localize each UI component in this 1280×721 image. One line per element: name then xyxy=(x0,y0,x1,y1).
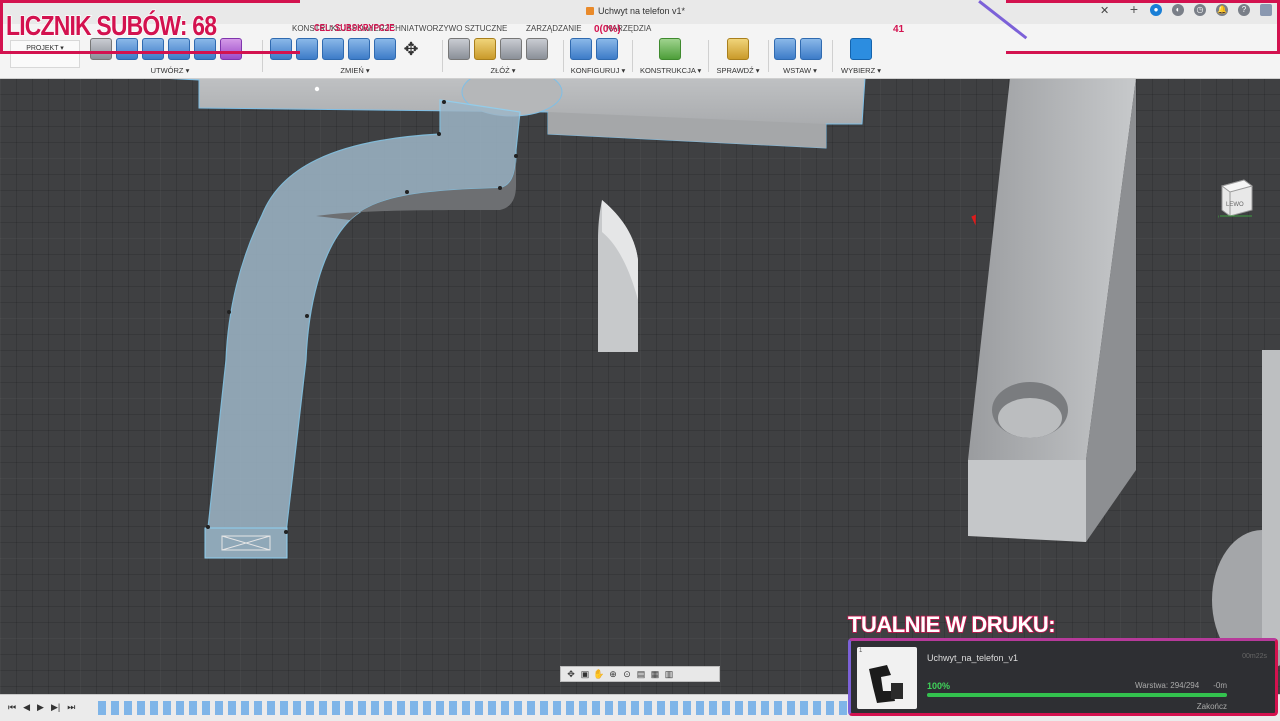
select-group[interactable]: WYBIERZ ▾ xyxy=(836,38,886,76)
inspect-group[interactable]: SPRAWDŹ ▾ xyxy=(712,38,764,76)
inspect-group-label: SPRAWDŹ ▾ xyxy=(716,66,760,75)
assemble-group-label: ZŁÓŻ ▾ xyxy=(490,66,516,75)
print-job-index: 1 xyxy=(859,648,863,654)
toolbar-separator xyxy=(768,40,769,72)
print-progress-fill xyxy=(927,693,1227,697)
3d-viewport[interactable]: LEWO y xyxy=(0,78,1280,694)
grid-settings-icon[interactable]: ▦ xyxy=(649,669,661,679)
toolbar-separator xyxy=(442,40,443,72)
svg-text:y: y xyxy=(1218,215,1219,220)
print-job-card: 1 Uchwyt_na_telefon_v1 00m22s 100% Warst… xyxy=(848,638,1278,716)
insert-group-label: WSTAW ▾ xyxy=(783,66,817,75)
navigation-bar: ✥ ▣ ✋ ⊕ ⊙ ▤ ▦ ▥ xyxy=(560,666,720,682)
zoom-icon[interactable]: ⊕ xyxy=(607,669,619,679)
configure-group-label: KONFIGURUJ ▾ xyxy=(570,66,626,75)
insert-group-icons xyxy=(774,38,826,60)
timeline-controls: ⏮ ◀ ▶ ▶| ⏭ xyxy=(8,702,75,713)
as-built-joint-icon[interactable] xyxy=(500,38,522,60)
document-icon xyxy=(586,7,594,15)
timeline-play-icon[interactable]: ▶ xyxy=(37,702,44,713)
look-at-icon[interactable]: ▣ xyxy=(579,669,591,679)
assemble-group-icons xyxy=(448,38,558,60)
select-group-icons xyxy=(836,38,886,60)
measure-icon[interactable] xyxy=(727,38,749,60)
print-job-time: 00m22s xyxy=(1242,653,1267,660)
configure-group-icons xyxy=(570,38,626,60)
construct-group-icons xyxy=(640,38,700,60)
toolbar-separator xyxy=(832,40,833,72)
timeline-end-icon[interactable]: ⏭ xyxy=(67,702,75,713)
arm-body[interactable] xyxy=(204,86,521,559)
blade-piece[interactable] xyxy=(598,200,638,352)
print-thumbnail: 1 xyxy=(857,647,917,709)
orbit-icon[interactable]: ✥ xyxy=(565,669,577,679)
offset-plane-icon[interactable] xyxy=(659,38,681,60)
viewcube-face-label: LEWO xyxy=(1226,202,1244,208)
pan-icon[interactable]: ✋ xyxy=(593,669,605,679)
configure-icon[interactable] xyxy=(570,38,592,60)
vertical-column-body[interactable] xyxy=(968,78,1136,542)
stream-overlay-right-frame xyxy=(1006,0,1280,54)
select-arrow-icon[interactable] xyxy=(850,38,872,60)
create-group-label: UTWÓRZ ▾ xyxy=(150,66,190,75)
timeline-start-icon[interactable]: ⏮ xyxy=(8,702,16,713)
insert-derive-icon[interactable] xyxy=(774,38,796,60)
toolbar-separator xyxy=(708,40,709,72)
now-printing-label: TUALNIE W DRUKU: xyxy=(847,611,1056,638)
timeline-back-icon[interactable]: ◀ xyxy=(23,702,30,713)
split-icon[interactable] xyxy=(374,38,396,60)
print-progress-percent: 100% xyxy=(927,681,951,691)
move-icon[interactable]: ✥ xyxy=(400,38,422,60)
sub-counter: LICZNIK SUBÓW: 68 xyxy=(5,9,217,42)
toolbar-separator xyxy=(632,40,633,72)
modify-group-label: ZMIEŃ ▾ xyxy=(340,66,370,75)
document-title: Uchwyt na telefon v1* xyxy=(586,6,685,16)
timeline-features[interactable] xyxy=(98,701,850,715)
select-group-label: WYBIERZ ▾ xyxy=(840,66,882,75)
print-layer-count: Warstwa: 294/294 xyxy=(1135,681,1200,690)
sub-goal-count: 41 xyxy=(893,24,905,35)
configure-table-icon[interactable] xyxy=(596,38,618,60)
timeline-forward-icon[interactable]: ▶| xyxy=(51,702,60,713)
viewports-icon[interactable]: ▥ xyxy=(663,669,675,679)
joint-icon[interactable] xyxy=(448,38,470,60)
print-progress-bar xyxy=(927,693,1227,697)
tab-tworzywo[interactable]: TWORZYWO SZTUCZNE xyxy=(414,24,507,33)
combine-icon[interactable] xyxy=(348,38,370,60)
display-settings-icon[interactable]: ▤ xyxy=(635,669,647,679)
shell-icon[interactable] xyxy=(322,38,344,60)
print-time-remaining: -0m xyxy=(1213,681,1227,690)
document-title-text: Uchwyt na telefon v1* xyxy=(598,6,686,16)
fit-icon[interactable]: ⊙ xyxy=(621,669,633,679)
insert-image-icon[interactable] xyxy=(800,38,822,60)
print-finish-status: Zakończ xyxy=(1196,702,1227,711)
sub-goal-percent: 0(0%) xyxy=(594,24,621,35)
phone-holder-icon xyxy=(869,665,903,703)
toolbar-separator xyxy=(563,40,564,72)
table-icon[interactable] xyxy=(526,38,548,60)
inspect-group-icons xyxy=(712,38,764,60)
new-component-icon[interactable] xyxy=(474,38,496,60)
tab-zarzadzanie[interactable]: ZARZĄDZANIE xyxy=(526,24,582,33)
insert-group[interactable]: WSTAW ▾ xyxy=(774,38,826,76)
viewcube[interactable]: LEWO y xyxy=(1216,176,1254,221)
construct-group-label: KONSTRUKCJA ▾ xyxy=(640,66,702,75)
configure-group[interactable]: KONFIGURUJ ▾ xyxy=(570,38,626,76)
print-job-name: Uchwyt_na_telefon_v1 xyxy=(927,653,1019,663)
sub-goal-label: CEL: SUBSKRYPCJE xyxy=(314,23,395,34)
partial-cylinder-body[interactable] xyxy=(1212,350,1280,670)
model-scene[interactable] xyxy=(0,78,1280,694)
construct-group[interactable]: KONSTRUKCJA ▾ xyxy=(640,38,702,76)
assemble-group[interactable]: ZŁÓŻ ▾ xyxy=(448,38,558,76)
